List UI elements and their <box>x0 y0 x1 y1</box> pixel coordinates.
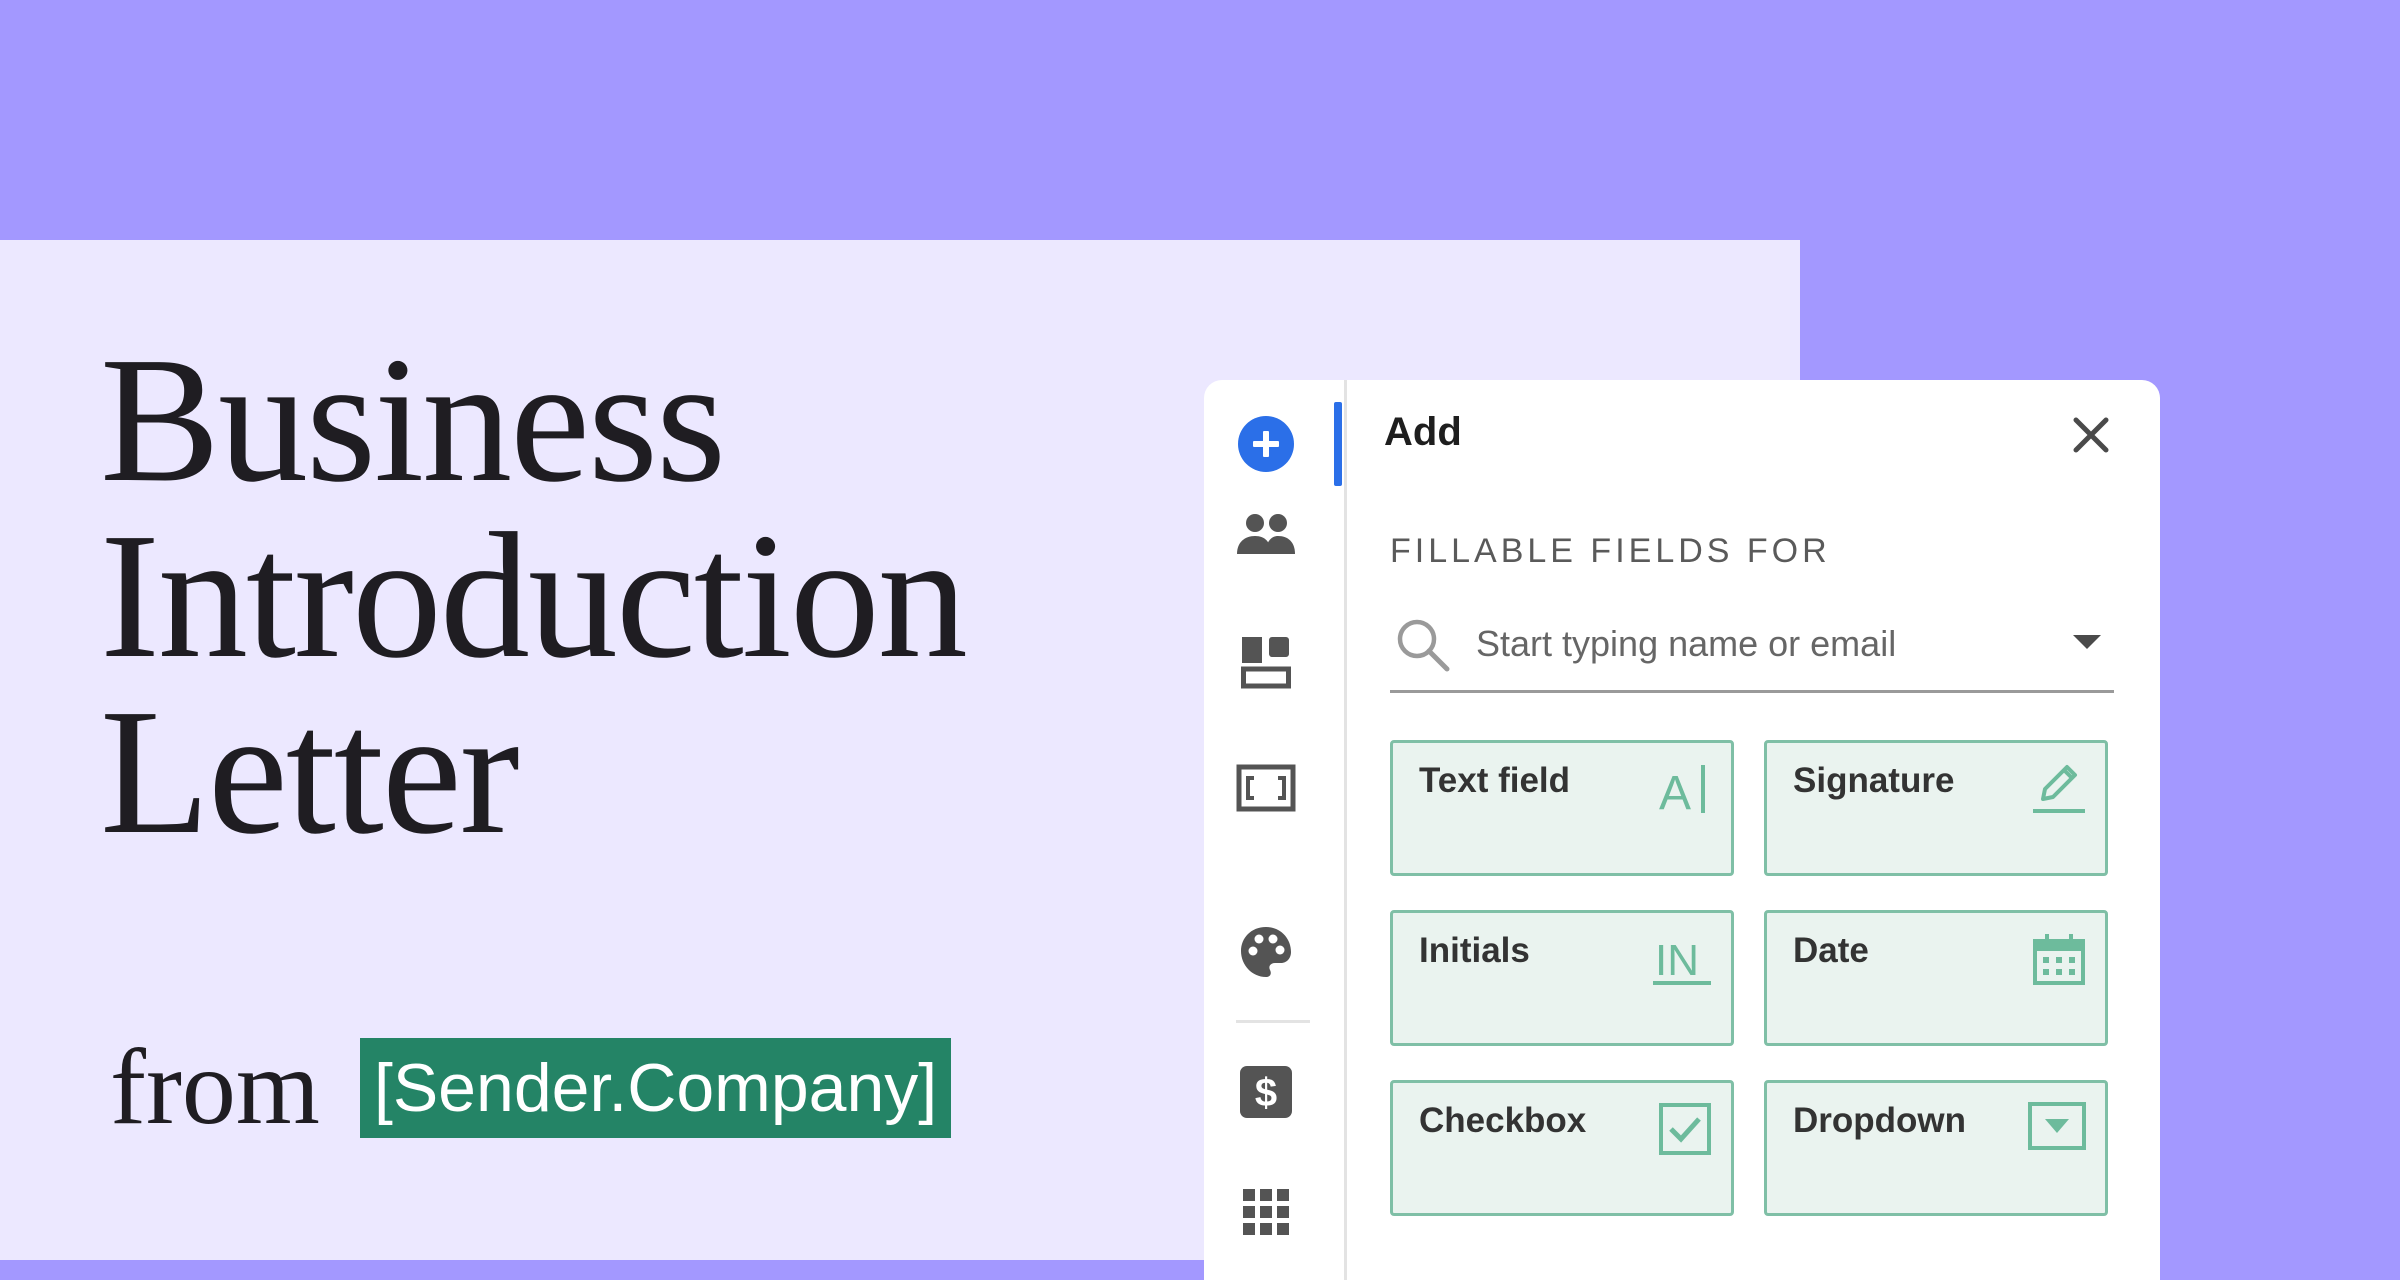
page-title: Business Introduction Letter <box>100 320 968 871</box>
palette-icon[interactable] <box>1234 920 1298 984</box>
text-cursor-icon: A <box>1659 765 1705 817</box>
fillable-fields-label: FILLABLE FIELDS FOR <box>1390 532 1831 570</box>
dollar-icon[interactable]: $ <box>1234 1060 1298 1124</box>
field-label: Initials <box>1419 931 1530 970</box>
field-text-field[interactable]: Text field A <box>1390 740 1734 876</box>
field-date[interactable]: Date <box>1764 910 2108 1046</box>
close-icon <box>2073 417 2109 453</box>
dropdown-icon <box>2028 1102 2086 1150</box>
field-label: Signature <box>1793 761 1955 800</box>
people-icon[interactable] <box>1234 502 1298 566</box>
field-label: Date <box>1793 931 1869 970</box>
field-label: Text field <box>1419 761 1571 800</box>
close-button[interactable] <box>2066 410 2116 460</box>
rail-divider <box>1236 1020 1310 1023</box>
recipient-search <box>1390 602 2114 693</box>
svg-text:A: A <box>1659 767 1691 817</box>
company-placeholder-tag: [Sender.Company] <box>359 1038 952 1138</box>
search-icon <box>1394 616 1452 679</box>
editor-card: $ Add FILLABLE FIELDS FOR Text field A <box>1204 380 2160 1280</box>
fit-icon[interactable] <box>1234 756 1298 820</box>
title-line-2: Introduction <box>100 496 968 695</box>
svg-text:$: $ <box>1255 1071 1277 1115</box>
checkbox-icon <box>1659 1103 1711 1155</box>
tool-rail: $ <box>1204 380 1347 1280</box>
field-signature[interactable]: Signature <box>1764 740 2108 876</box>
field-initials[interactable]: Initials IN <box>1390 910 1734 1046</box>
recipient-search-input[interactable] <box>1476 616 2036 672</box>
from-row: from [Sender.Company] <box>110 1028 952 1147</box>
field-label: Checkbox <box>1419 1101 1587 1140</box>
title-line-1: Business <box>100 320 726 519</box>
panel-title: Add <box>1384 410 1462 454</box>
from-label: from <box>110 1028 320 1147</box>
field-checkbox[interactable]: Checkbox <box>1390 1080 1734 1216</box>
header-band <box>0 0 2400 240</box>
active-indicator <box>1334 402 1342 486</box>
layout-icon[interactable] <box>1234 630 1298 694</box>
grid-icon[interactable] <box>1234 1180 1298 1244</box>
title-line-3: Letter <box>100 672 520 871</box>
chevron-down-icon[interactable] <box>2070 632 2104 657</box>
add-panel: Add FILLABLE FIELDS FOR Text field A Sig… <box>1344 380 2160 1280</box>
field-label: Dropdown <box>1793 1101 1967 1140</box>
svg-text:IN: IN <box>1655 936 1699 985</box>
add-icon[interactable] <box>1234 412 1298 476</box>
calendar-icon <box>2033 934 2085 985</box>
initials-icon: IN <box>1653 936 1711 985</box>
pen-icon <box>2033 765 2085 813</box>
field-dropdown[interactable]: Dropdown <box>1764 1080 2108 1216</box>
